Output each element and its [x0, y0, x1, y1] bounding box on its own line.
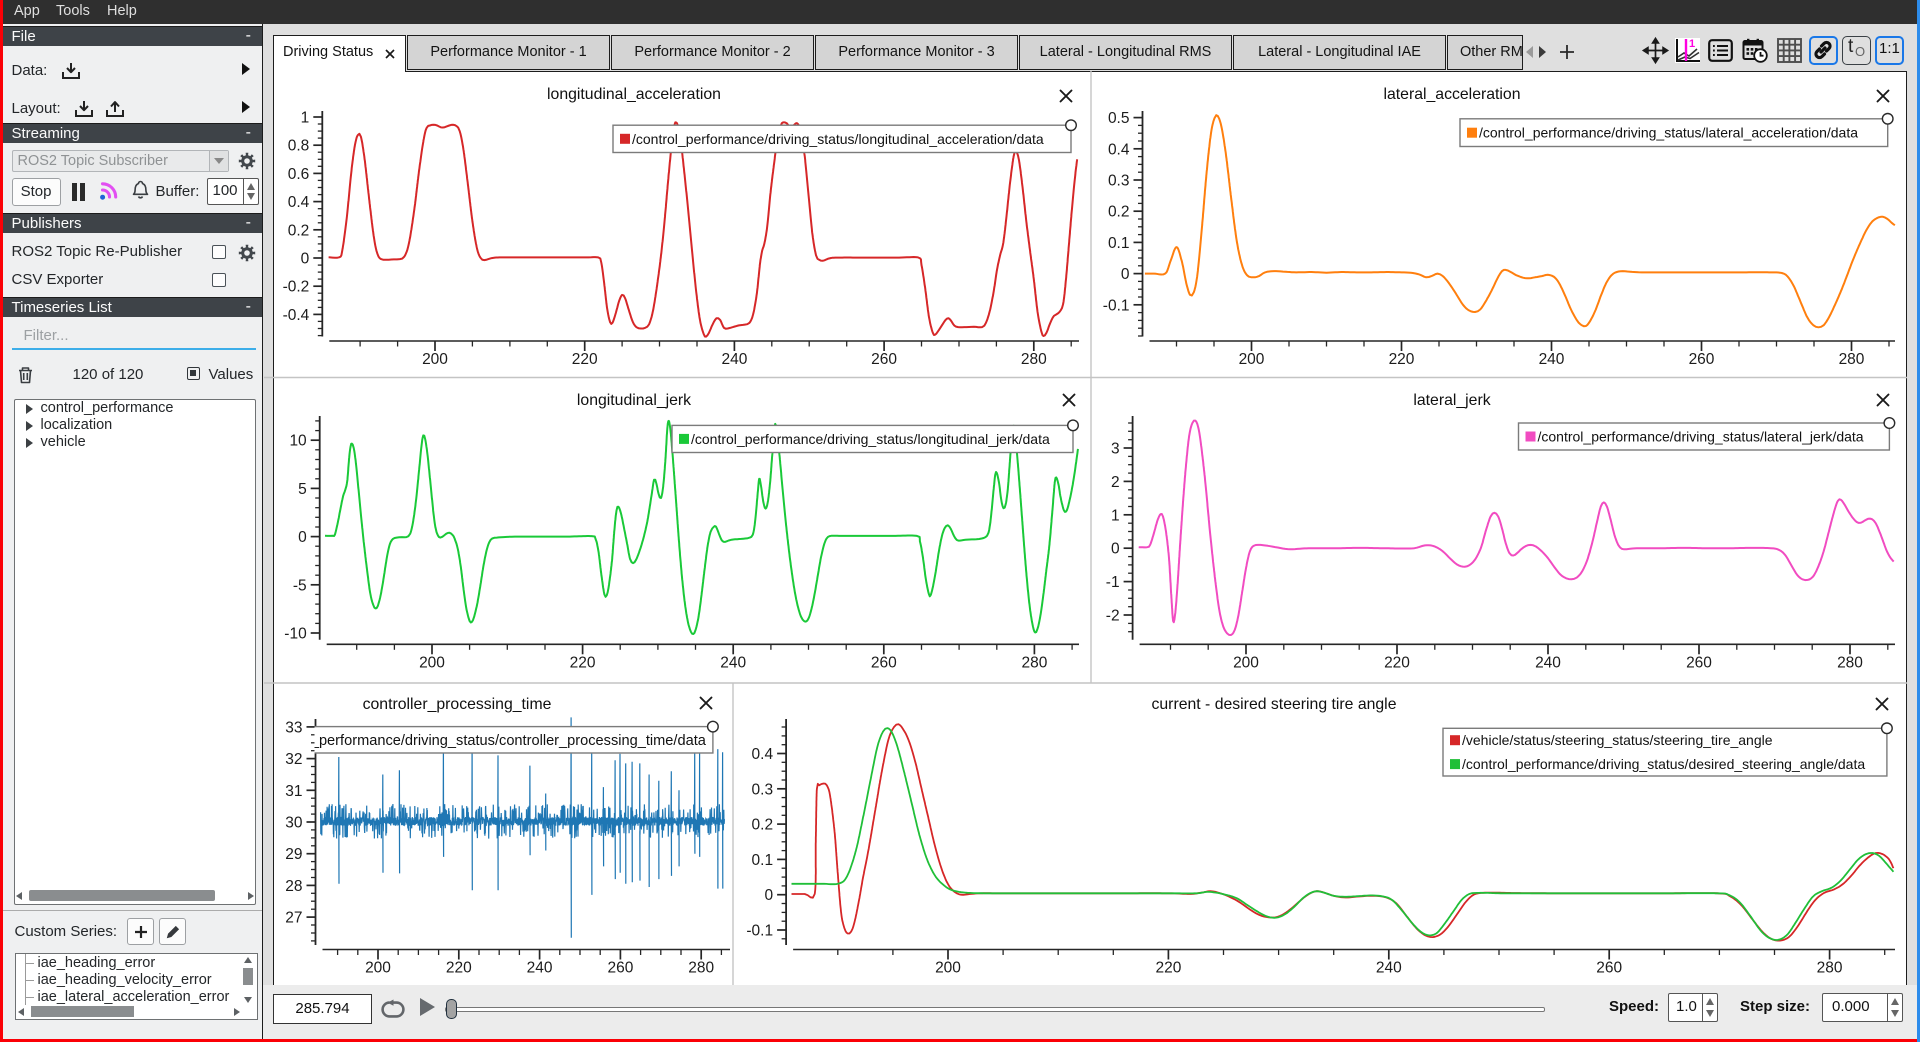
- svg-text:0.8: 0.8: [288, 138, 310, 155]
- svg-text:0.3: 0.3: [1108, 173, 1130, 190]
- svg-text:0.2: 0.2: [752, 817, 774, 834]
- svg-text:longitudinal_jerk: longitudinal_jerk: [577, 392, 691, 409]
- svg-text:1: 1: [1111, 507, 1120, 524]
- svg-text:/control_performance/driving_s: /control_performance/driving_status/long…: [632, 131, 1044, 147]
- svg-text:200: 200: [365, 960, 391, 977]
- svg-text:0.1: 0.1: [1108, 235, 1130, 252]
- svg-text:1: 1: [1689, 38, 1695, 50]
- svg-text:240: 240: [1539, 351, 1565, 368]
- svg-text:0: 0: [301, 251, 310, 268]
- svg-text:240: 240: [721, 351, 747, 368]
- svg-text:30: 30: [285, 815, 303, 832]
- svg-text:0.6: 0.6: [288, 166, 310, 183]
- svg-text:240: 240: [527, 960, 553, 977]
- svg-text:0.2: 0.2: [1108, 204, 1130, 221]
- svg-text:current - desired steering tir: current - desired steering tire angle: [1152, 696, 1397, 713]
- svg-text:280: 280: [1021, 351, 1047, 368]
- svg-text:33: 33: [285, 719, 302, 736]
- svg-text:240: 240: [720, 654, 746, 671]
- svg-text:220: 220: [1389, 351, 1415, 368]
- svg-text:260: 260: [1686, 654, 1712, 671]
- svg-text:0: 0: [764, 887, 773, 904]
- svg-text:200: 200: [422, 351, 448, 368]
- svg-text:/vehicle/status/steering_statu: /vehicle/status/steering_status/steering…: [1462, 732, 1773, 748]
- svg-text:260: 260: [871, 654, 897, 671]
- svg-text:280: 280: [1839, 351, 1865, 368]
- svg-text:220: 220: [446, 960, 472, 977]
- svg-text:-0.2: -0.2: [283, 279, 310, 296]
- svg-text:220: 220: [570, 654, 596, 671]
- svg-text:29: 29: [285, 846, 302, 863]
- svg-text:3: 3: [1111, 441, 1120, 458]
- svg-text:0: 0: [1111, 541, 1120, 558]
- svg-text:/control_performance/driving_s: /control_performance/driving_status/desi…: [1462, 756, 1865, 772]
- svg-text:0.4: 0.4: [1108, 141, 1130, 158]
- svg-text:280: 280: [1837, 654, 1863, 671]
- svg-text:/control_performance/driving_s: /control_performance/driving_status/long…: [691, 431, 1050, 447]
- svg-text:240: 240: [1376, 960, 1402, 977]
- svg-text:200: 200: [1239, 351, 1265, 368]
- svg-text:1: 1: [301, 110, 310, 127]
- svg-text:280: 280: [1817, 960, 1843, 977]
- svg-text:32: 32: [285, 751, 302, 768]
- svg-text:220: 220: [572, 351, 598, 368]
- svg-text:lateral_jerk: lateral_jerk: [1413, 392, 1490, 409]
- svg-text:0.2: 0.2: [288, 222, 310, 239]
- svg-text:27: 27: [285, 910, 302, 927]
- svg-text:2: 2: [1111, 474, 1120, 491]
- svg-text:-2: -2: [1106, 608, 1120, 625]
- svg-text:0: 0: [298, 529, 307, 546]
- svg-text:0.5: 0.5: [1108, 110, 1130, 127]
- svg-text:260: 260: [1689, 351, 1715, 368]
- svg-text:0.3: 0.3: [752, 781, 774, 798]
- svg-text:260: 260: [1596, 960, 1622, 977]
- svg-text:28: 28: [285, 878, 302, 895]
- svg-text:-5: -5: [293, 577, 307, 594]
- svg-text:0.4: 0.4: [288, 194, 310, 211]
- svg-text:/control_performance/driving_s: /control_performance/driving_status/late…: [1538, 429, 1864, 445]
- svg-text:0: 0: [1121, 266, 1130, 283]
- svg-text:200: 200: [1233, 654, 1259, 671]
- svg-text:lateral_acceleration: lateral_acceleration: [1384, 86, 1521, 103]
- svg-text:0.1: 0.1: [752, 852, 774, 869]
- svg-text:/control_performance/driving_s: /control_performance/driving_status/cont…: [264, 733, 707, 749]
- svg-text:longitudinal_acceleration: longitudinal_acceleration: [547, 86, 721, 103]
- svg-text:280: 280: [688, 960, 714, 977]
- svg-text:/control_performance/driving_s: /control_performance/driving_status/late…: [1479, 125, 1858, 141]
- svg-text:10: 10: [289, 433, 307, 450]
- svg-text:240: 240: [1535, 654, 1561, 671]
- svg-text:31: 31: [285, 783, 302, 800]
- svg-text:-0.1: -0.1: [1103, 297, 1130, 314]
- svg-text:-10: -10: [284, 626, 307, 643]
- svg-text:260: 260: [607, 960, 633, 977]
- svg-text:0.4: 0.4: [752, 746, 774, 763]
- svg-text:-1: -1: [1106, 574, 1120, 591]
- svg-text:-0.4: -0.4: [283, 307, 310, 324]
- svg-text:200: 200: [935, 960, 961, 977]
- svg-text:5: 5: [298, 481, 307, 498]
- svg-text:260: 260: [871, 351, 897, 368]
- svg-text:220: 220: [1384, 654, 1410, 671]
- svg-text:-0.1: -0.1: [746, 923, 773, 940]
- svg-text:220: 220: [1155, 960, 1181, 977]
- svg-text:200: 200: [419, 654, 445, 671]
- svg-text:controller_processing_time: controller_processing_time: [363, 696, 552, 713]
- svg-text:280: 280: [1021, 654, 1047, 671]
